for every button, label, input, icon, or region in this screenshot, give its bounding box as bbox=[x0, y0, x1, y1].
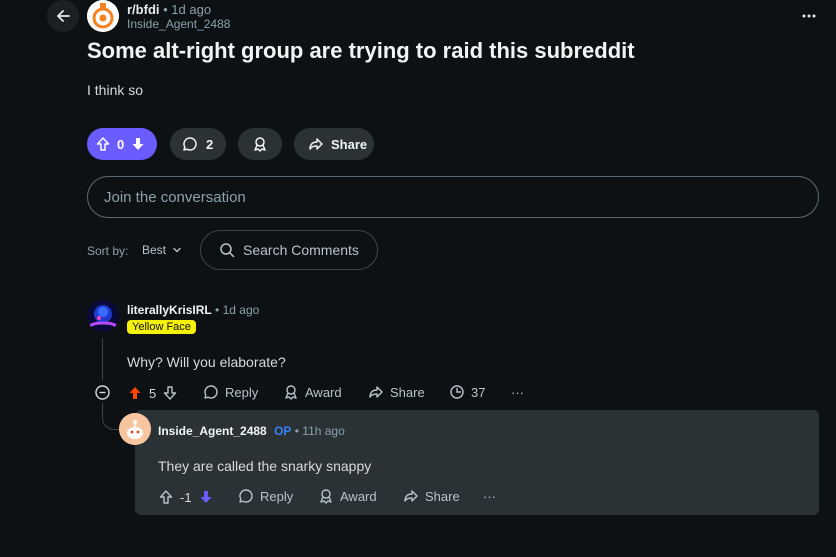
comment-input[interactable]: Join the conversation bbox=[87, 176, 819, 218]
vote-count: 0 bbox=[117, 136, 125, 152]
comment-vote-count: 5 bbox=[149, 385, 157, 401]
user-flair: Yellow Face bbox=[127, 320, 196, 334]
award-icon bbox=[252, 136, 268, 152]
comment-more-button[interactable]: ··· bbox=[511, 385, 524, 400]
downvote-icon[interactable] bbox=[198, 489, 214, 505]
comment-more-button[interactable]: ··· bbox=[483, 489, 496, 504]
award-button[interactable] bbox=[238, 128, 282, 160]
comment-actions: 5 bbox=[127, 383, 178, 403]
comment-icon bbox=[203, 384, 219, 400]
vote-bar: 0 bbox=[87, 128, 157, 160]
award-label: Award bbox=[305, 384, 342, 400]
comment-time: 11h ago bbox=[302, 424, 345, 438]
comment-body: Why? Will you elaborate? bbox=[127, 354, 286, 370]
comments-count: 2 bbox=[206, 136, 214, 152]
sort-value: Best bbox=[142, 243, 167, 257]
thread-line bbox=[102, 338, 103, 380]
share-label: Share bbox=[331, 136, 368, 152]
share-button[interactable]: Share bbox=[403, 488, 460, 504]
award-label: Award bbox=[340, 488, 377, 504]
upvote-icon[interactable] bbox=[95, 136, 111, 152]
reply-button[interactable]: Reply bbox=[238, 488, 293, 504]
share-icon bbox=[308, 136, 324, 152]
search-icon bbox=[219, 242, 235, 258]
sort-label: Sort by: bbox=[87, 244, 129, 258]
comment-icon bbox=[238, 488, 254, 504]
sort-dropdown[interactable]: Best bbox=[142, 243, 182, 257]
separator-dot: • bbox=[215, 303, 223, 317]
stats-count: 37 bbox=[471, 384, 486, 400]
award-icon bbox=[283, 384, 299, 400]
search-placeholder: Search Comments bbox=[243, 242, 359, 258]
reply-label: Reply bbox=[260, 488, 294, 504]
comment-avatar[interactable] bbox=[119, 413, 151, 445]
share-icon bbox=[368, 384, 384, 400]
comment-author[interactable]: literallyKrisIRL bbox=[127, 303, 212, 317]
clock-chart-icon bbox=[449, 384, 465, 400]
comment-icon bbox=[182, 136, 198, 152]
upvote-icon[interactable] bbox=[127, 385, 143, 401]
op-badge: OP bbox=[274, 424, 292, 438]
share-button[interactable]: Share bbox=[294, 128, 374, 160]
share-icon bbox=[403, 488, 419, 504]
comment-body: They are called the snarky snappy bbox=[158, 458, 372, 474]
downvote-icon[interactable] bbox=[130, 136, 146, 152]
minus-circle-icon bbox=[95, 385, 110, 400]
search-comments-input[interactable]: Search Comments bbox=[200, 230, 378, 270]
comment-author[interactable]: Inside_Agent_2488 bbox=[158, 424, 267, 438]
ellipsis-icon bbox=[802, 14, 816, 18]
share-label: Share bbox=[425, 488, 460, 504]
comment-actions: -1 bbox=[158, 487, 214, 507]
comment-time: 1d ago bbox=[222, 303, 260, 317]
stats-button[interactable]: 37 bbox=[449, 384, 485, 400]
back-button[interactable] bbox=[47, 0, 79, 32]
thread-connector bbox=[102, 403, 120, 430]
reply-label: Reply bbox=[225, 384, 259, 400]
reply-button[interactable]: Reply bbox=[203, 384, 258, 400]
share-label: Share bbox=[390, 384, 425, 400]
post-author[interactable]: Inside_Agent_2488 bbox=[127, 17, 230, 31]
chevron-down-icon bbox=[172, 245, 182, 255]
comments-button[interactable]: 2 bbox=[170, 128, 226, 160]
comment-vote-count: -1 bbox=[180, 489, 192, 505]
downvote-icon[interactable] bbox=[162, 385, 178, 401]
award-button[interactable]: Award bbox=[283, 384, 342, 400]
comment-avatar[interactable] bbox=[87, 300, 119, 332]
collapse-thread-button[interactable] bbox=[94, 384, 111, 401]
post-title: Some alt-right group are trying to raid … bbox=[87, 38, 635, 63]
subreddit-avatar[interactable] bbox=[87, 0, 119, 32]
share-button[interactable]: Share bbox=[368, 384, 425, 400]
post-time: 1d ago bbox=[171, 2, 212, 17]
post-body: I think so bbox=[87, 82, 144, 98]
more-options-button[interactable] bbox=[795, 2, 823, 30]
award-icon bbox=[318, 488, 334, 504]
upvote-icon[interactable] bbox=[158, 489, 174, 505]
subreddit-name[interactable]: r/bfdi bbox=[127, 2, 160, 17]
comment-input-placeholder: Join the conversation bbox=[104, 188, 246, 206]
award-button[interactable]: Award bbox=[318, 488, 377, 504]
arrow-left-icon bbox=[55, 8, 71, 24]
